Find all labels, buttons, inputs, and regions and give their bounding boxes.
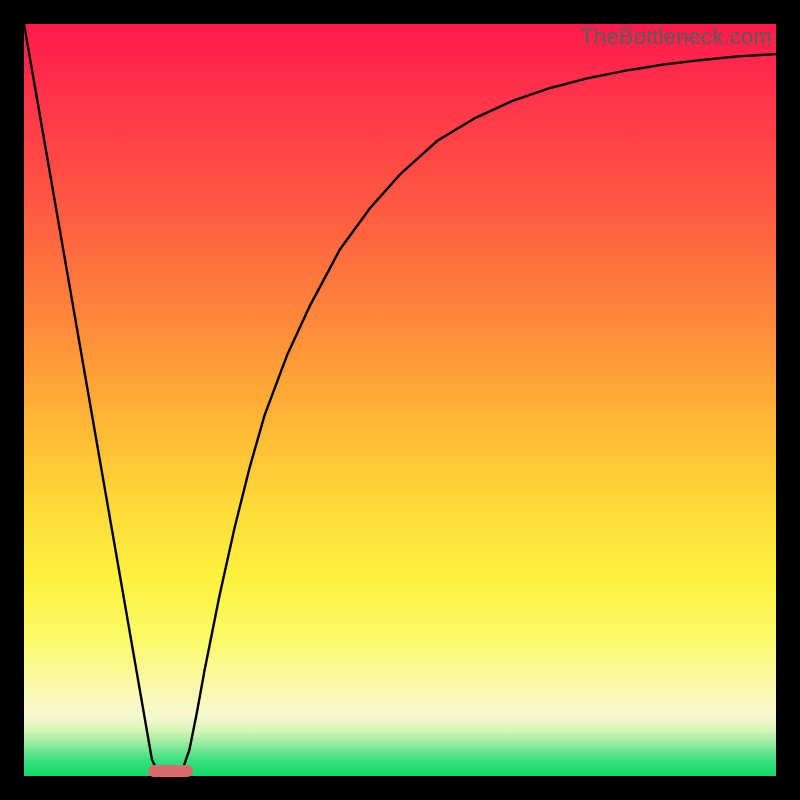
- curve-path: [24, 24, 776, 776]
- bottleneck-curve: [24, 24, 776, 776]
- plot-area: TheBottleneck.com: [24, 24, 776, 776]
- optimal-range-marker: [148, 765, 193, 777]
- chart-frame: TheBottleneck.com: [0, 0, 800, 800]
